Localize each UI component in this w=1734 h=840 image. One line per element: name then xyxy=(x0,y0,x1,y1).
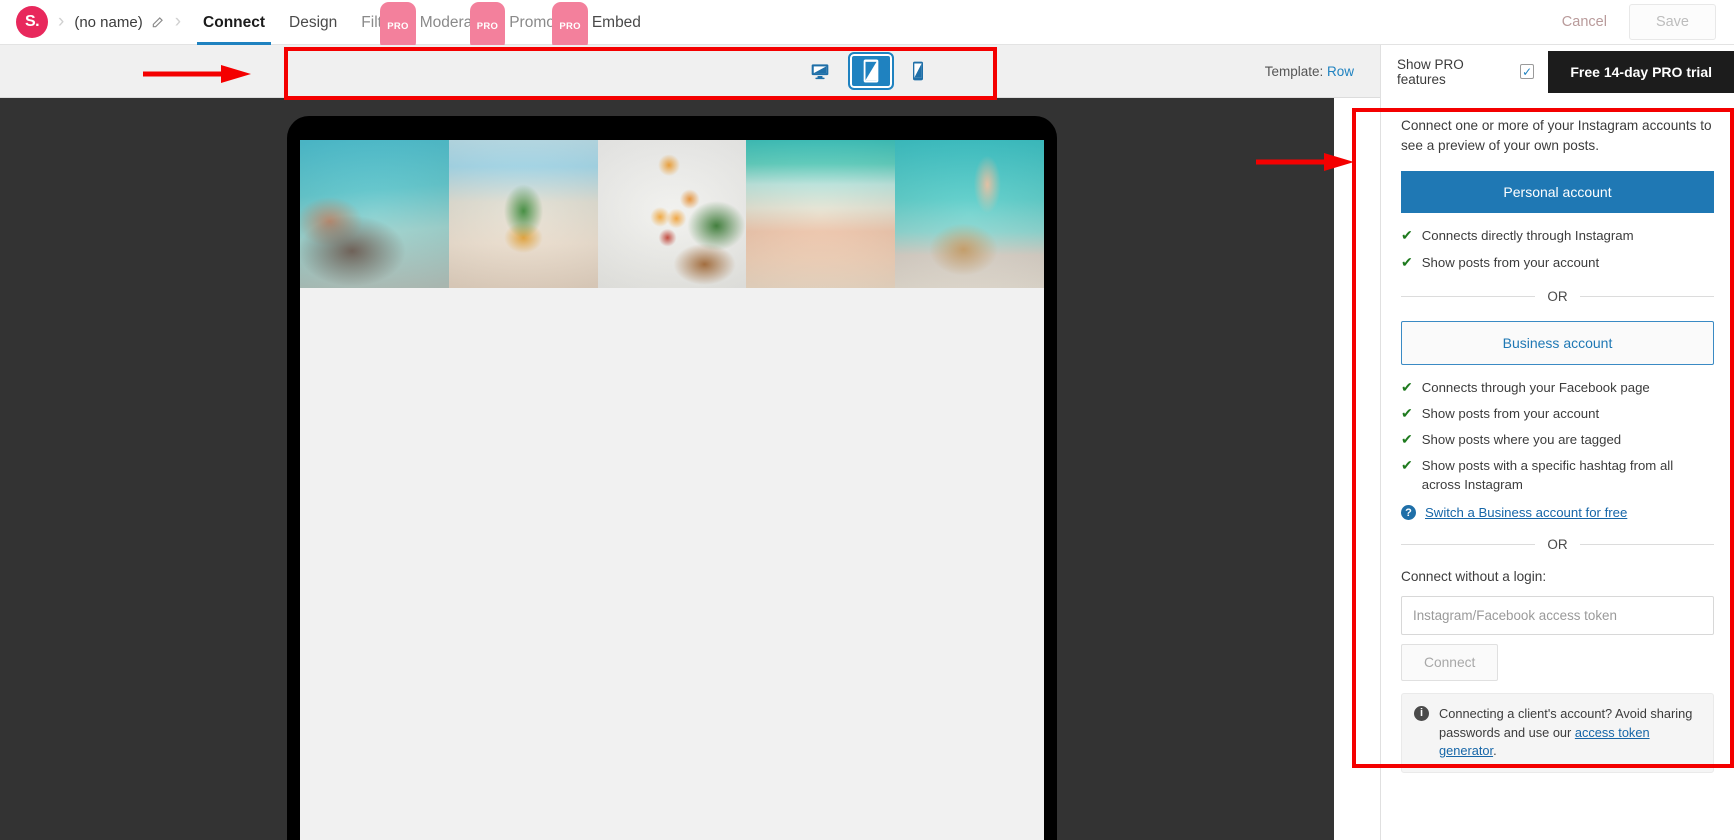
show-pro-features-checkbox[interactable]: ✓ xyxy=(1519,64,1535,79)
check-icon: ✔ xyxy=(1401,378,1413,395)
desktop-view-icon[interactable] xyxy=(810,61,830,81)
cancel-button[interactable]: Cancel xyxy=(1544,6,1625,38)
feature-label: Show posts with a specific hashtag from … xyxy=(1421,458,1674,493)
instagram-feed-row xyxy=(300,140,1044,288)
nav-tab-design[interactable]: Design xyxy=(277,0,349,45)
check-icon: ✔ xyxy=(1401,457,1413,474)
check-icon: ✔ xyxy=(1401,430,1413,447)
personal-account-button[interactable]: Personal account xyxy=(1401,171,1714,214)
app-root: S. › (no name) › Connect Design Filter P… xyxy=(0,0,1734,840)
show-pro-features-toggle[interactable]: Show PRO features ✓ xyxy=(1397,56,1535,87)
checkbox-check-icon: ✓ xyxy=(1522,64,1533,79)
personal-feature-list: ✔ Connects directly through Instagram ✔ … xyxy=(1401,226,1714,271)
notice-text-before: Connecting a client's account? Avoid sha… xyxy=(1439,706,1693,740)
or-separator-label: OR xyxy=(1547,288,1568,304)
feature-label: Show posts from your account xyxy=(1421,405,1600,421)
switch-business-account-link[interactable]: Switch a Business account for free xyxy=(1425,505,1627,520)
info-icon: i xyxy=(1414,706,1429,722)
connect-without-login-label: Connect without a login: xyxy=(1401,569,1547,585)
app-logo[interactable]: S. xyxy=(16,6,48,38)
post-tile-underwater-hand[interactable] xyxy=(300,140,449,288)
top-header: S. › (no name) › Connect Design Filter P… xyxy=(0,0,1734,51)
access-token-input[interactable] xyxy=(1401,596,1714,636)
device-toolbar: Template: Row Show PRO features ✓ Free 1… xyxy=(0,45,1734,98)
post-tile-aerial-shore[interactable] xyxy=(746,140,896,288)
tablet-view-icon[interactable] xyxy=(848,52,894,90)
tablet-device-frame xyxy=(287,116,1057,840)
feature-label: Show posts from your account xyxy=(1421,254,1600,270)
tile-shade-1 xyxy=(300,140,449,288)
feature-item: ✔ Show posts from your account xyxy=(1401,253,1714,272)
or-separator-1: OR xyxy=(1401,289,1714,304)
preview-screen xyxy=(300,140,1044,840)
pencil-icon[interactable] xyxy=(151,15,165,29)
nav-tab-promote[interactable]: Promote PRO xyxy=(497,0,588,51)
notice-text-after: . xyxy=(1493,743,1497,759)
template-prefix: Template: xyxy=(1264,63,1324,79)
header-actions: Cancel Save xyxy=(1544,4,1734,40)
document-name[interactable]: (no name) xyxy=(74,14,142,31)
nav-tab-embed[interactable]: Embed xyxy=(580,0,653,45)
free-trial-button[interactable]: Free 14-day PRO trial xyxy=(1548,50,1734,93)
feature-item: ✔ Show posts with a specific hashtag fro… xyxy=(1401,456,1714,494)
check-icon: ✔ xyxy=(1401,404,1413,421)
nav-tab-connect-label: Connect xyxy=(203,13,266,31)
or-separator-label: OR xyxy=(1547,537,1568,553)
feature-label: Connects through your Facebook page xyxy=(1421,379,1650,395)
connect-panel-body: Connect one or more of your Instagram ac… xyxy=(1381,98,1734,682)
nav-tab-filter[interactable]: Filter PRO xyxy=(349,0,416,51)
breadcrumb-chevron-1-icon: › xyxy=(58,11,65,32)
business-account-button[interactable]: Business account xyxy=(1401,320,1714,365)
save-button[interactable]: Save xyxy=(1628,4,1716,40)
connect-intro-text: Connect one or more of your Instagram ac… xyxy=(1401,118,1712,153)
template-value-link[interactable]: Row xyxy=(1327,64,1354,79)
post-tile-pineapple-beach[interactable] xyxy=(448,140,598,288)
feature-item: ✔ Connects through your Facebook page xyxy=(1401,378,1714,397)
nav-tab-connect[interactable]: Connect xyxy=(191,0,277,45)
feature-label: Show posts where you are tagged xyxy=(1421,431,1622,447)
or-separator-2: OR xyxy=(1401,537,1714,552)
app-logo-text: S. xyxy=(24,13,40,30)
toolbar-right-panel: Show PRO features ✓ Free 14-day PRO tria… xyxy=(1380,45,1734,98)
tile-shade-4 xyxy=(746,140,896,288)
feature-label: Connects directly through Instagram xyxy=(1421,228,1634,244)
client-account-notice: i Connecting a client's account? Avoid s… xyxy=(1401,693,1714,774)
feature-item: ✔ Show posts where you are tagged xyxy=(1401,430,1714,449)
post-tile-sunhat-poolside[interactable] xyxy=(895,140,1044,288)
preview-stage xyxy=(0,98,1334,840)
nav-tab-design-label: Design xyxy=(289,13,338,31)
nav-tab-embed-label: Embed xyxy=(591,13,641,31)
switch-business-help-row: ? Switch a Business account for free xyxy=(1401,505,1714,521)
device-switcher xyxy=(767,52,967,90)
tile-shade-3 xyxy=(597,140,747,288)
question-mark-icon[interactable]: ? xyxy=(1401,505,1416,521)
feature-item: ✔ Show posts from your account xyxy=(1401,404,1714,423)
tile-shade-2 xyxy=(448,140,598,288)
check-icon: ✔ xyxy=(1401,227,1413,244)
connect-token-button[interactable]: Connect xyxy=(1401,644,1499,682)
notice-text: Connecting a client's account? Avoid sha… xyxy=(1439,705,1701,761)
feature-item: ✔ Connects directly through Instagram xyxy=(1401,226,1714,245)
template-selector[interactable]: Template: Row xyxy=(1265,64,1354,79)
connect-panel: Connect one or more of your Instagram ac… xyxy=(1380,98,1734,840)
breadcrumb-chevron-2-icon: › xyxy=(174,11,182,32)
business-feature-list: ✔ Connects through your Facebook page ✔ … xyxy=(1401,378,1714,495)
main-nav: Connect Design Filter PRO Moderate PRO P… xyxy=(191,0,653,51)
show-pro-features-label: Show PRO features xyxy=(1397,56,1464,87)
check-icon: ✔ xyxy=(1401,253,1413,270)
post-tile-apricots-flatlay[interactable] xyxy=(597,140,747,288)
tile-shade-5 xyxy=(895,140,1044,288)
mobile-view-icon[interactable] xyxy=(912,61,924,81)
nav-tab-moderate[interactable]: Moderate PRO xyxy=(408,0,506,51)
